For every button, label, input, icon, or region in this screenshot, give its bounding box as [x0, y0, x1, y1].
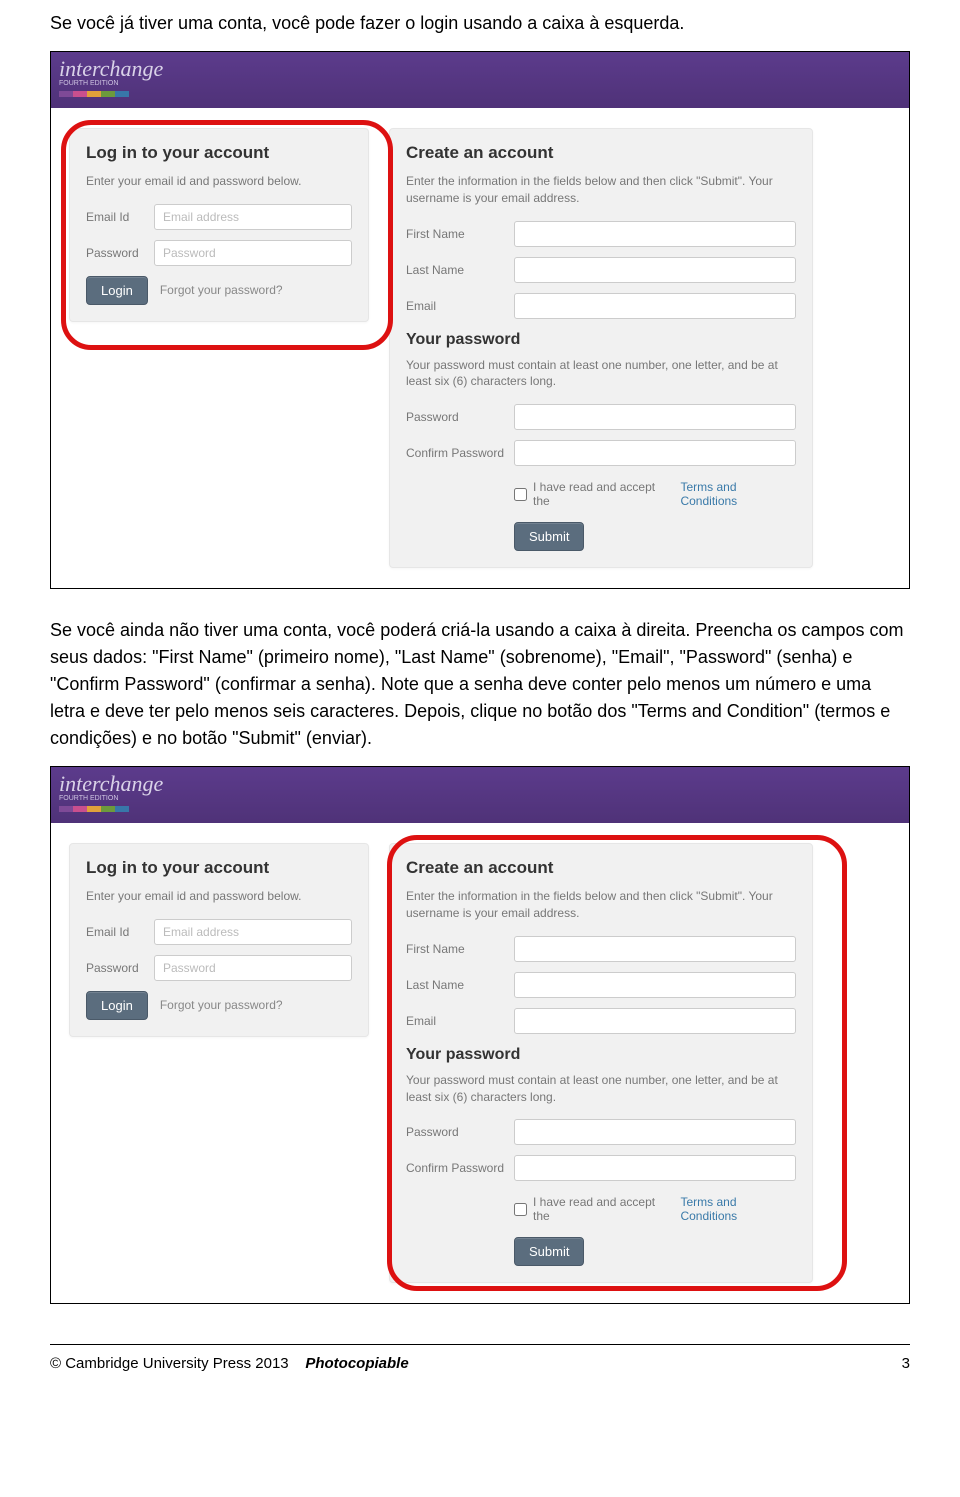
- intro-text-1: Se você já tiver uma conta, você pode fa…: [50, 10, 910, 37]
- confirm-password-label: Confirm Password: [406, 446, 506, 460]
- terms-checkbox[interactable]: [514, 488, 527, 501]
- login-button[interactable]: Login: [86, 276, 148, 305]
- create-email-field[interactable]: [514, 293, 796, 319]
- create-email-field-2[interactable]: [514, 1008, 796, 1034]
- create-email-label-2: Email: [406, 1014, 506, 1028]
- logo-color-bar: [59, 91, 129, 97]
- password-section-heading: Your password: [406, 331, 796, 349]
- password-label-2: Password: [86, 961, 146, 975]
- submit-button-2[interactable]: Submit: [514, 1237, 584, 1266]
- logo-subtext: FOURTH EDITION: [59, 80, 901, 87]
- first-name-label: First Name: [406, 227, 506, 241]
- login-subtext-2: Enter your email id and password below.: [86, 888, 352, 905]
- email-label-2: Email Id: [86, 925, 146, 939]
- intro-text-2: Se você ainda não tiver uma conta, você …: [50, 617, 910, 752]
- logo-color-bar-2: [59, 806, 129, 812]
- logo-text-2: interchange: [59, 771, 901, 797]
- logo-subtext-2: FOURTH EDITION: [59, 795, 901, 802]
- last-name-field[interactable]: [514, 257, 796, 283]
- create-password-label: Password: [406, 410, 506, 424]
- login-button-2[interactable]: Login: [86, 991, 148, 1020]
- screenshot-1: interchange FOURTH EDITION Log in to you…: [50, 51, 910, 589]
- terms-checkbox-2[interactable]: [514, 1203, 527, 1216]
- login-panel: Log in to your account Enter your email …: [69, 128, 369, 322]
- email-field-2[interactable]: [154, 919, 352, 945]
- first-name-label-2: First Name: [406, 942, 506, 956]
- app-topbar-2: interchange FOURTH EDITION: [51, 767, 909, 823]
- create-subtext-2: Enter the information in the fields belo…: [406, 888, 796, 922]
- email-label: Email Id: [86, 210, 146, 224]
- last-name-label: Last Name: [406, 263, 506, 277]
- create-email-label: Email: [406, 299, 506, 313]
- terms-text-2: I have read and accept the: [533, 1195, 674, 1223]
- terms-text: I have read and accept the: [533, 480, 674, 508]
- terms-link-2[interactable]: Terms and Conditions: [680, 1195, 796, 1223]
- confirm-password-label-2: Confirm Password: [406, 1161, 506, 1175]
- password-label: Password: [86, 246, 146, 260]
- submit-button[interactable]: Submit: [514, 522, 584, 551]
- login-panel-2: Log in to your account Enter your email …: [69, 843, 369, 1037]
- footer-page-number: 3: [902, 1355, 910, 1372]
- password-field-2[interactable]: [154, 955, 352, 981]
- create-password-field-2[interactable]: [514, 1119, 796, 1145]
- create-account-panel: Create an account Enter the information …: [389, 128, 813, 568]
- confirm-password-field-2[interactable]: [514, 1155, 796, 1181]
- password-section-sub-2: Your password must contain at least one …: [406, 1072, 796, 1106]
- password-section-heading-2: Your password: [406, 1046, 796, 1064]
- email-field[interactable]: [154, 204, 352, 230]
- forgot-password-link[interactable]: Forgot your password?: [160, 283, 283, 297]
- create-heading: Create an account: [406, 143, 796, 163]
- last-name-field-2[interactable]: [514, 972, 796, 998]
- last-name-label-2: Last Name: [406, 978, 506, 992]
- first-name-field-2[interactable]: [514, 936, 796, 962]
- app-topbar: interchange FOURTH EDITION: [51, 52, 909, 108]
- password-section-sub: Your password must contain at least one …: [406, 357, 796, 391]
- page-footer: © Cambridge University Press 2013 Photoc…: [50, 1344, 910, 1372]
- confirm-password-field[interactable]: [514, 440, 796, 466]
- login-subtext: Enter your email id and password below.: [86, 173, 352, 190]
- login-heading: Log in to your account: [86, 143, 352, 163]
- create-heading-2: Create an account: [406, 858, 796, 878]
- password-field[interactable]: [154, 240, 352, 266]
- first-name-field[interactable]: [514, 221, 796, 247]
- footer-photocopiable: Photocopiable: [305, 1355, 408, 1372]
- screenshot-2: interchange FOURTH EDITION Log in to you…: [50, 766, 910, 1304]
- create-subtext: Enter the information in the fields belo…: [406, 173, 796, 207]
- logo-text: interchange: [59, 56, 901, 82]
- footer-copyright: © Cambridge University Press 2013: [50, 1355, 289, 1372]
- forgot-password-link-2[interactable]: Forgot your password?: [160, 998, 283, 1012]
- create-password-field[interactable]: [514, 404, 796, 430]
- create-password-label-2: Password: [406, 1125, 506, 1139]
- login-heading-2: Log in to your account: [86, 858, 352, 878]
- terms-link[interactable]: Terms and Conditions: [680, 480, 796, 508]
- create-account-panel-2: Create an account Enter the information …: [389, 843, 813, 1283]
